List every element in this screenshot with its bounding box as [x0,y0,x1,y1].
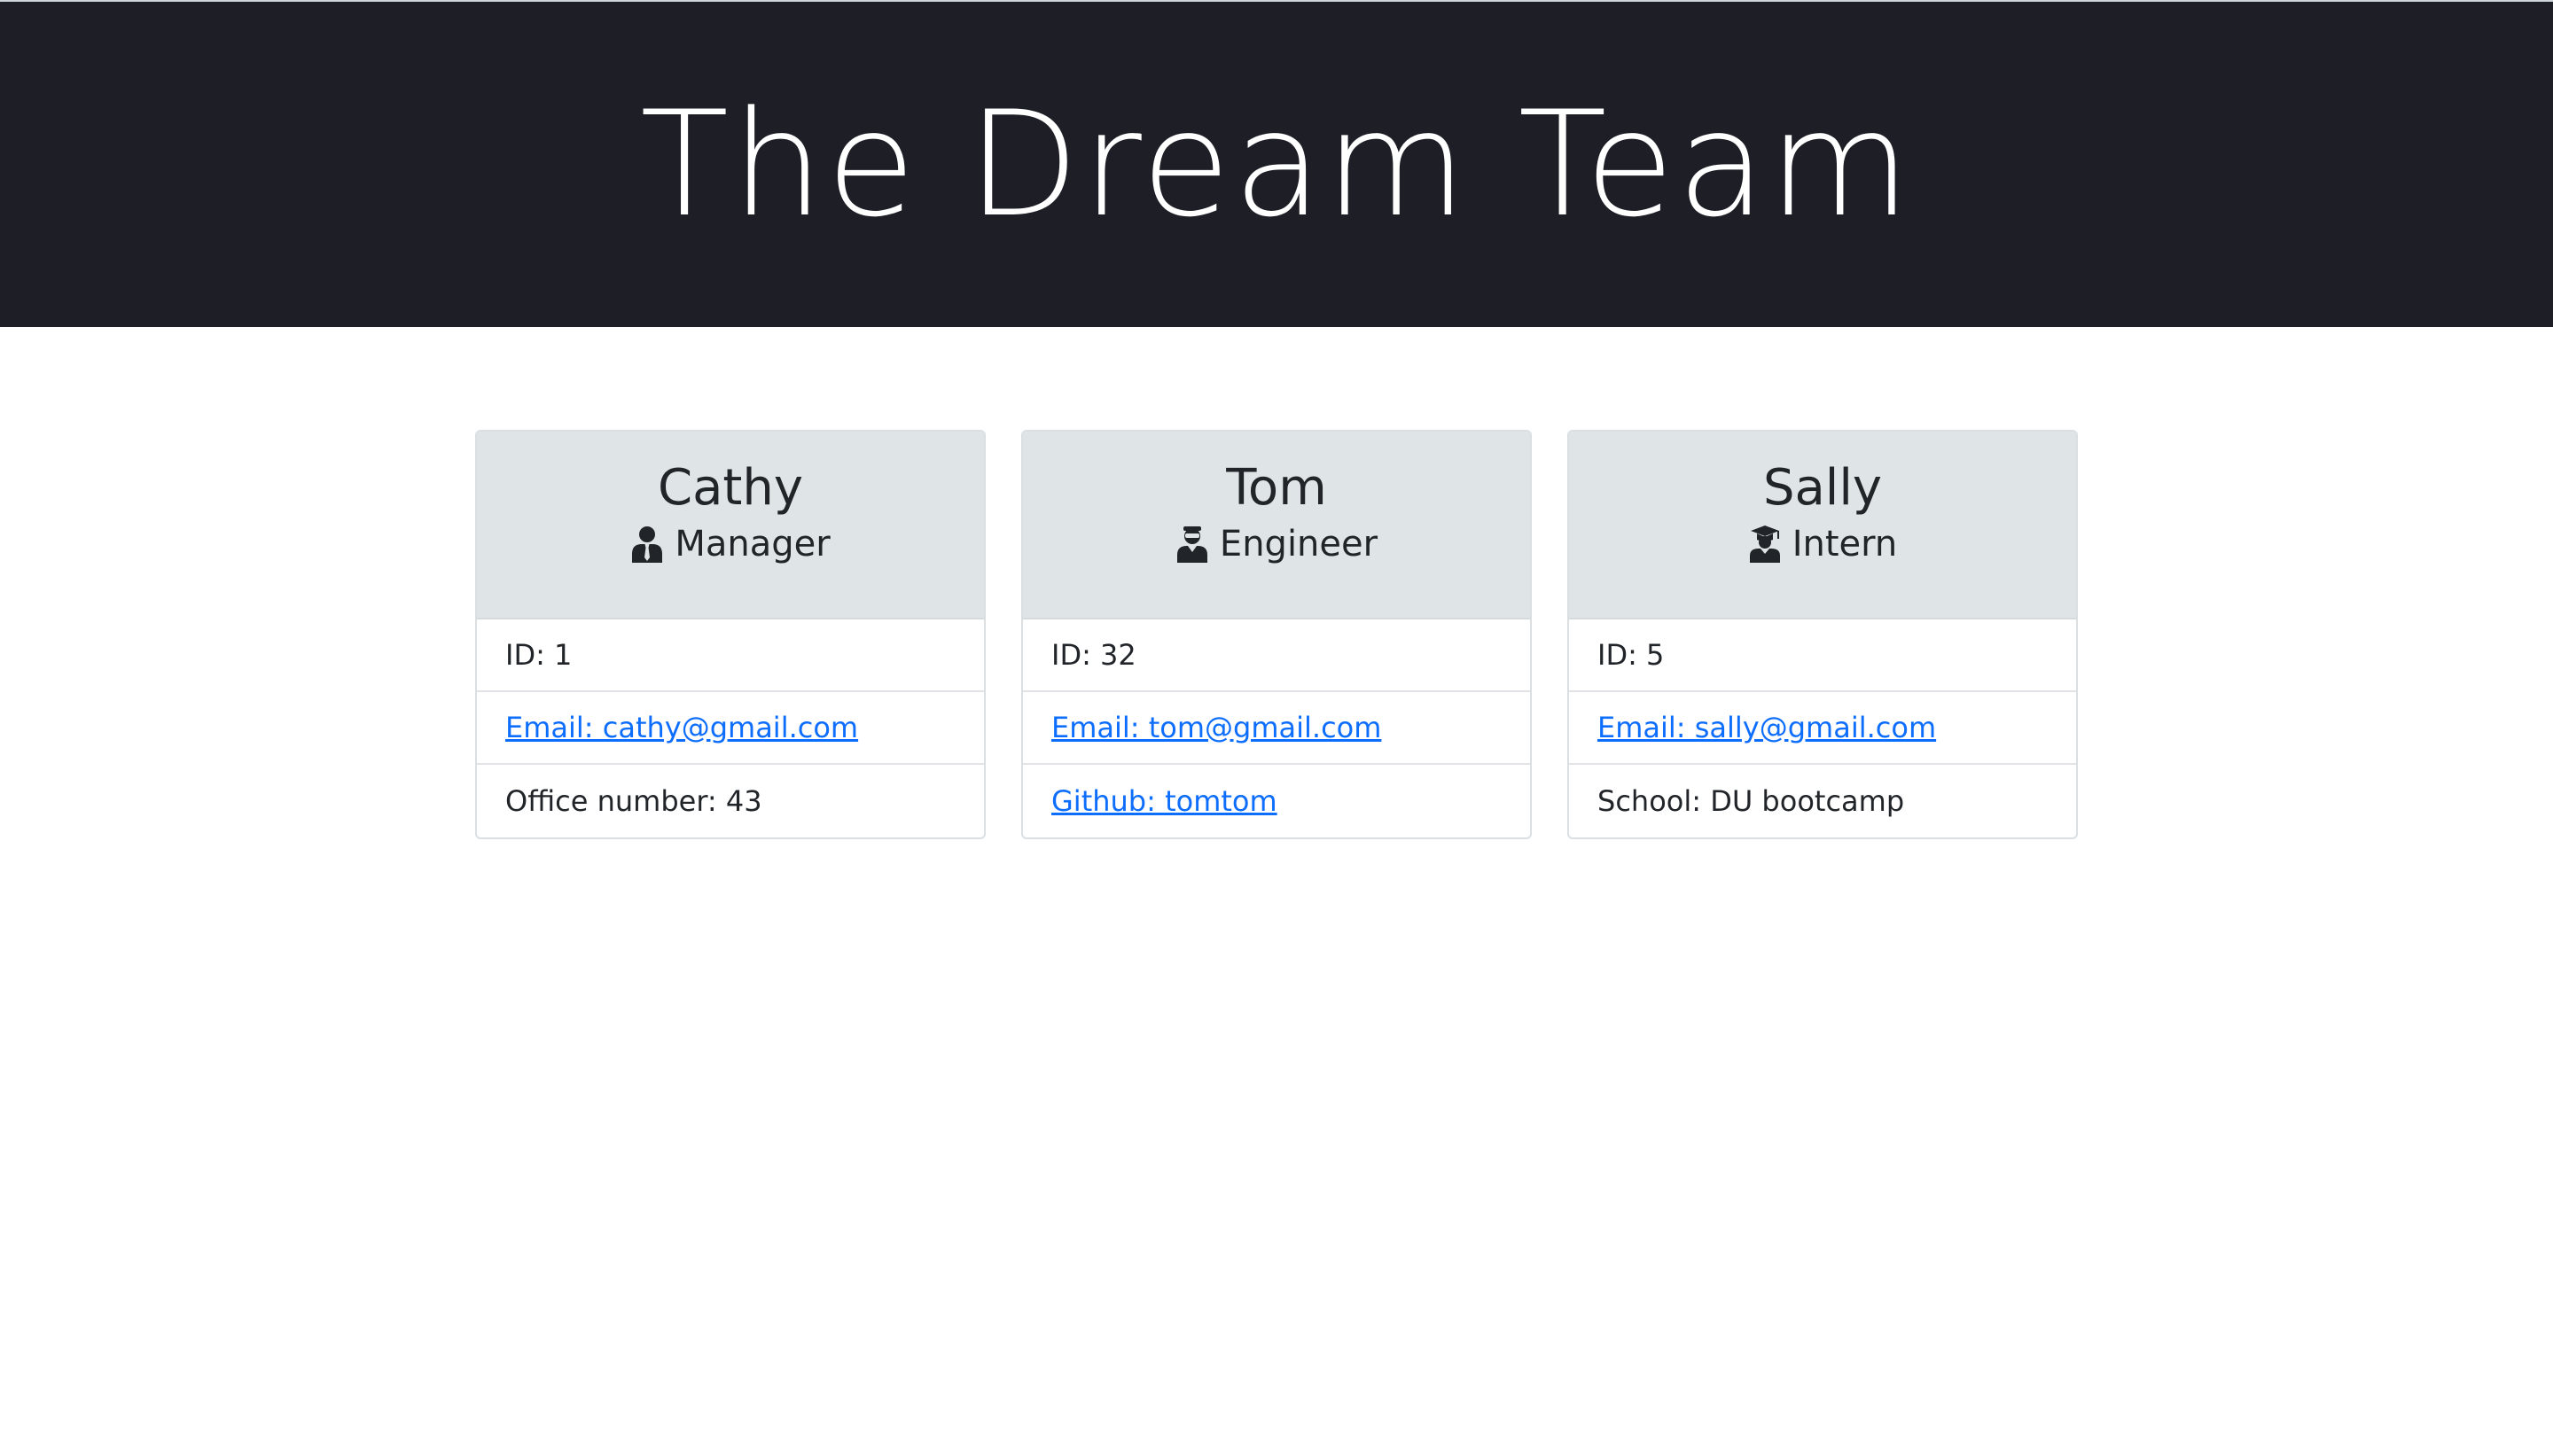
email-link[interactable]: Email: tom@gmail.com [1051,711,1381,744]
card-header: Tom Engineer [1023,432,1530,619]
engineer-icon [1175,526,1209,564]
school-text: School: DU bootcamp [1597,784,1905,818]
role-label: Manager [675,524,831,565]
employee-role: Engineer [1175,523,1378,565]
employee-email: Email: cathy@gmail.com [477,692,984,765]
manager-icon [630,526,664,564]
employee-id: ID: 32 [1023,619,1530,692]
email-link[interactable]: Email: cathy@gmail.com [505,711,858,744]
page-title: The Dream Team [640,79,1913,249]
employee-office-number: Office number: 43 [477,765,984,837]
employee-school: School: DU bootcamp [1569,765,2076,837]
intern-icon [1748,526,1782,564]
employee-name: Cathy [657,459,803,517]
email-link[interactable]: Email: sally@gmail.com [1597,711,1936,744]
role-label: Intern [1792,524,1898,565]
team-cards: Cathy Manager ID: 1 Email: cathy@gmail.c… [475,430,2078,839]
employee-role: Intern [1748,523,1898,565]
employee-name: Tom [1226,459,1327,517]
employee-name: Sally [1762,459,1883,517]
employee-id: ID: 1 [477,619,984,692]
employee-card-cathy: Cathy Manager ID: 1 Email: cathy@gmail.c… [475,430,986,839]
employee-role: Manager [630,523,831,565]
employee-id: ID: 5 [1569,619,2076,692]
id-text: ID: 5 [1597,638,1665,672]
employee-email: Email: tom@gmail.com [1023,692,1530,765]
id-text: ID: 1 [505,638,573,672]
employee-github: Github: tomtom [1023,765,1530,837]
employee-card-tom: Tom Engineer ID: 32 Email: tom@gmail.com [1021,430,1532,839]
employee-card-sally: Sally Intern ID: 5 Email: sally@gmail.co… [1567,430,2078,839]
employee-email: Email: sally@gmail.com [1569,692,2076,765]
card-header: Sally Intern [1569,432,2076,619]
page-header: The Dream Team [0,2,2553,327]
card-header: Cathy Manager [477,432,984,619]
office-number-text: Office number: 43 [505,784,762,818]
github-link[interactable]: Github: tomtom [1051,784,1277,818]
id-text: ID: 32 [1051,638,1136,672]
role-label: Engineer [1219,524,1378,565]
